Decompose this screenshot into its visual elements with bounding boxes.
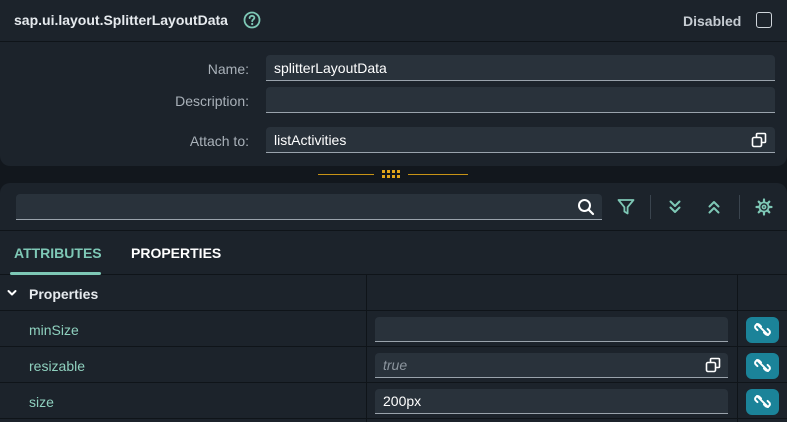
drag-handle-icon[interactable] [382,170,400,179]
property-name: minSize [29,322,79,338]
open-in-new-window-icon[interactable] [751,132,767,148]
resizable-placeholder: true [383,357,408,373]
attach-to-label: Attach to: [189,133,249,149]
min-size-input[interactable] [375,317,728,342]
name-field[interactable]: splitterLayoutData [266,55,775,81]
tab-bar: ATTRIBUTES PROPERTIES [0,231,787,275]
search-icon[interactable] [577,198,595,216]
splitter-bar-left [318,174,374,175]
tab-properties[interactable]: PROPERTIES [131,245,221,261]
unlink-icon [754,395,771,408]
filter-icon[interactable] [617,198,635,216]
group-label: Properties [29,286,99,302]
unbind-button[interactable] [746,317,779,343]
property-name: size [29,394,54,410]
property-grid: Properties minSize resizable true size 2… [0,275,787,422]
unbind-button[interactable] [746,389,779,415]
control-title: sap.ui.layout.SplitterLayoutData [14,12,228,28]
property-name: resizable [29,358,86,374]
column-divider [737,275,738,422]
chevron-down-icon[interactable] [7,288,17,298]
unlink-icon [754,323,771,336]
help-circle-icon[interactable] [243,11,261,29]
unbind-button[interactable] [746,353,779,379]
table-row: minSize [0,311,787,347]
toolbar [0,183,787,231]
attach-to-field[interactable]: listActivities [266,127,775,153]
open-in-new-window-icon[interactable] [705,357,721,373]
disabled-label: Disabled [683,13,742,29]
gear-icon[interactable] [755,198,773,216]
description-field[interactable] [266,87,775,113]
tab-attributes[interactable]: ATTRIBUTES [14,245,102,261]
size-input[interactable]: 200px [375,389,728,414]
table-row: size 200px [0,383,787,419]
name-label: Name: [207,61,249,77]
unlink-icon [754,359,771,372]
collapse-all-icon[interactable] [705,198,723,216]
disabled-checkbox[interactable] [756,12,772,28]
group-row[interactable]: Properties [0,275,787,311]
toolbar-separator [739,195,740,219]
attach-to-value: listActivities [274,132,347,148]
description-label: Description: [175,93,249,109]
details-panel: sap.ui.layout.SplitterLayoutData Disable… [0,0,787,166]
column-divider [366,275,367,422]
splitter-bar-right [408,174,468,175]
resizable-input[interactable]: true [375,353,728,378]
table-row: resizable true [0,347,787,383]
attributes-panel: ATTRIBUTES PROPERTIES Properties minSize [0,183,787,422]
toolbar-separator [650,195,651,219]
panel-header: sap.ui.layout.SplitterLayoutData Disable… [0,0,787,42]
search-input[interactable] [16,194,602,220]
expand-all-icon[interactable] [666,198,684,216]
